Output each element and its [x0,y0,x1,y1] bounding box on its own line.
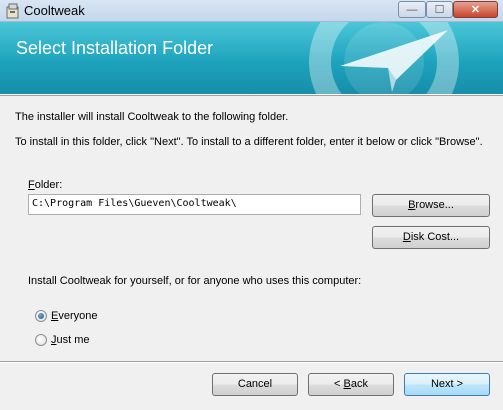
radio-selected-dot [38,313,44,319]
banner-divider [0,94,503,96]
installer-app-icon [6,3,19,19]
browse-button[interactable]: Browse... [372,194,490,217]
close-icon: ✕ [470,4,481,16]
cooltweak-logo-graphic [309,22,459,94]
window-title: Cooltweak [24,3,85,18]
install-for-question: Install Cooltweak for yourself, or for a… [28,275,362,287]
back-button[interactable]: < Back [308,373,394,396]
folder-path-input[interactable]: C:\Program Files\Gueven\Cooltweak\ [28,194,361,215]
intro-text-1: The installer will install Cooltweak to … [15,111,289,123]
minimize-button[interactable]: — [398,1,426,18]
disk-cost-button[interactable]: Disk Cost... [372,226,490,249]
radio-everyone-label[interactable]: Everyone [51,310,97,322]
cancel-button[interactable]: Cancel [212,373,298,396]
radio-just-me-label[interactable]: Just me [51,334,90,346]
minimize-icon: — [406,4,418,16]
next-button[interactable]: Next > [404,373,490,396]
header-banner: Select Installation Folder [0,22,503,94]
radio-just-me[interactable] [35,334,47,346]
radio-everyone[interactable] [35,310,47,322]
close-button[interactable]: ✕ [453,1,498,18]
page-title: Select Installation Folder [16,38,214,58]
maximize-button[interactable]: ☐ [426,1,453,18]
maximize-icon: ☐ [434,4,445,16]
intro-text-2: To install in this folder, click "Next".… [15,136,483,148]
folder-label: Folder: [28,179,63,191]
footer-divider [0,361,503,363]
title-bar[interactable]: Cooltweak — ☐ ✕ [0,0,503,22]
